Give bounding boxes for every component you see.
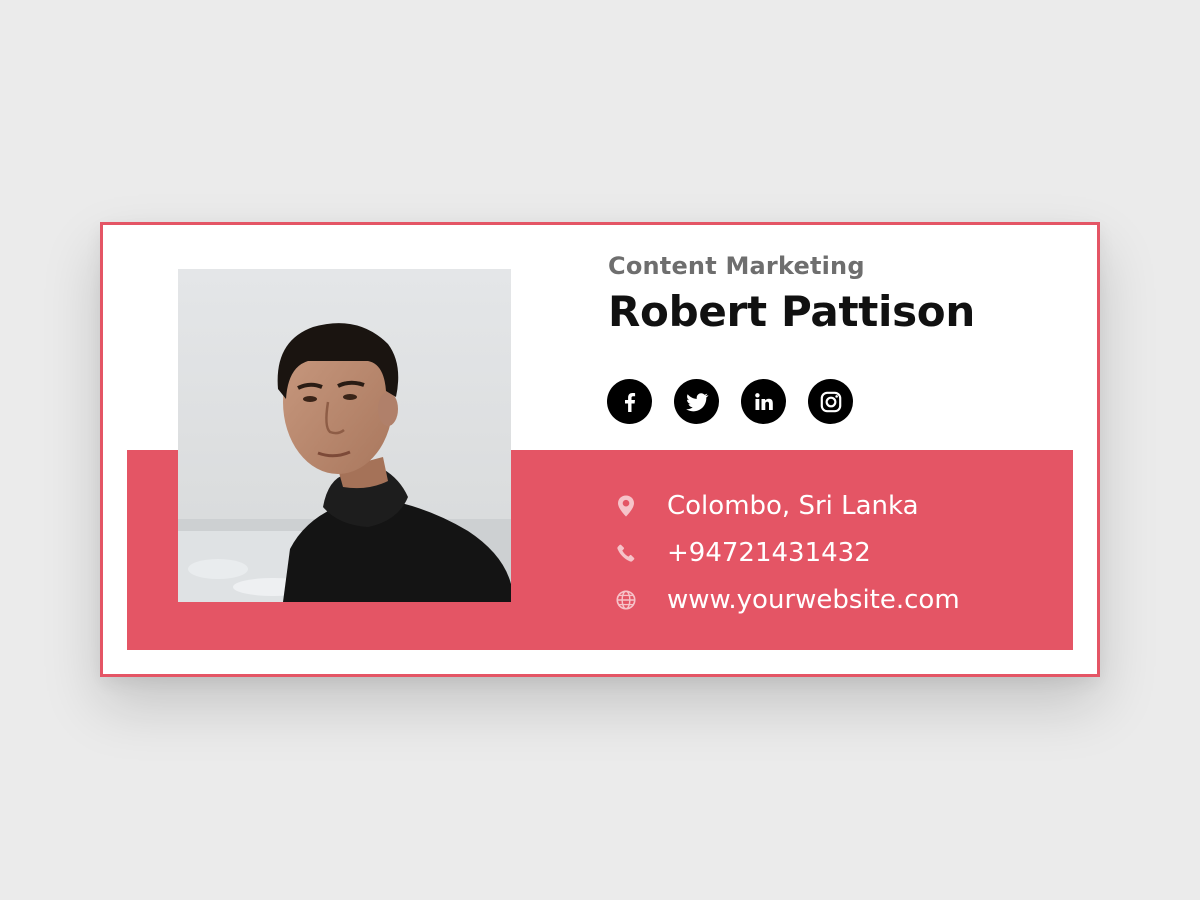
job-title: Content Marketing [608,252,865,280]
phone-icon [613,540,639,566]
contact-website: www.yourwebsite.com [613,576,960,623]
location-text: Colombo, Sri Lanka [667,490,919,521]
twitter-icon [685,392,708,411]
contact-phone: +94721431432 [613,529,960,576]
contact-details: Colombo, Sri Lanka +94721431432 www.your… [613,482,960,623]
social-links [607,379,853,424]
contact-location: Colombo, Sri Lanka [613,482,960,529]
twitter-link[interactable] [674,379,719,424]
instagram-link[interactable] [808,379,853,424]
linkedin-icon [754,392,773,410]
linkedin-link[interactable] [741,379,786,424]
phone-text[interactable]: +94721431432 [667,538,871,568]
profile-photo [178,269,511,602]
website-link[interactable]: www.yourwebsite.com [667,585,960,615]
facebook-icon [624,392,635,412]
location-pin-icon [613,493,639,519]
globe-icon [613,587,639,613]
instagram-icon [820,391,841,412]
facebook-link[interactable] [607,379,652,424]
email-signature-card: Content Marketing Robert Pattison Colomb… [100,222,1100,677]
person-name: Robert Pattison [608,287,975,336]
